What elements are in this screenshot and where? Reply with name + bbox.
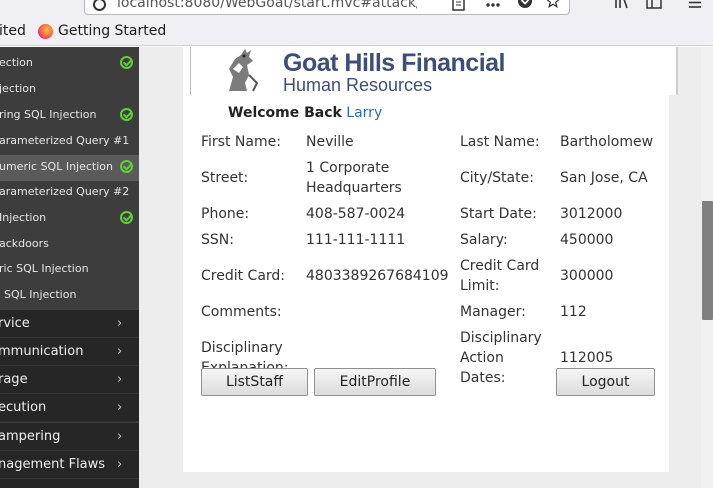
check-icon <box>120 160 133 173</box>
first-name-label: First Name: <box>201 134 281 150</box>
more-actions-icon[interactable] <box>485 0 501 11</box>
bookmark-partial[interactable]: ited <box>0 23 26 39</box>
sidebar-category[interactable]: rage › <box>0 366 139 394</box>
sidebar-category[interactable]: ecution › <box>0 394 139 422</box>
bookmarks-bar: ited Getting Started <box>0 18 713 46</box>
start-date-value: 3012000 <box>560 206 623 222</box>
app-banner: Goat Hills Financial Human Resources <box>190 47 678 95</box>
chevron-right-icon: › <box>117 429 123 444</box>
sidebar-lesson-active[interactable]: umeric SQL Injection <box>0 155 139 181</box>
edit-profile-button[interactable]: EditProfile <box>314 368 436 396</box>
bookmark-getting-started[interactable]: Getting Started <box>58 23 166 39</box>
sidebar-category[interactable]: ampering › <box>0 423 139 451</box>
sidebar-category[interactable]: rvice › <box>0 310 139 338</box>
sidebar-lesson[interactable]: SQL Injection <box>0 283 139 309</box>
disciplinary-dates-label-line1: Disciplinary <box>460 330 542 346</box>
last-name-value: Bartholomew <box>560 134 654 150</box>
logout-button[interactable]: Logout <box>556 368 655 396</box>
disciplinary-dates-label-line2: Action <box>460 350 504 366</box>
library-icon[interactable] <box>614 0 630 10</box>
street-value-line1: 1 Corporate <box>306 160 390 176</box>
url-text[interactable]: localhost:8080/WebGoat/start.mvc#attack/ <box>117 0 417 11</box>
info-icon[interactable] <box>93 0 106 11</box>
check-icon <box>120 211 133 224</box>
bookmark-star-icon[interactable] <box>545 0 561 8</box>
welcome-prefix: Welcome Back <box>228 105 342 121</box>
start-date-label: Start Date: <box>460 206 537 222</box>
ssn-label: SSN: <box>201 232 234 248</box>
disciplinary-explanation-label-line1: Disciplinary <box>201 340 283 356</box>
brand-subtitle: Human Resources <box>283 75 433 95</box>
sidebar-lesson[interactable]: arameterized Query #2 <box>0 180 139 206</box>
check-icon <box>120 56 133 69</box>
lesson-sidebar: ection jection ring SQL Injection aramet… <box>0 47 139 488</box>
brand-title: Goat Hills Financial <box>283 49 506 77</box>
chevron-right-icon: › <box>117 457 123 472</box>
welcome-message: Welcome Back Larry <box>228 105 382 121</box>
chevron-right-icon: › <box>117 372 123 387</box>
sidebar-lesson[interactable]: arameterized Query #1 <box>0 129 139 155</box>
credit-limit-label-line2: Limit: <box>460 278 500 294</box>
sidebar-lesson[interactable]: Injection <box>0 206 139 232</box>
url-bar[interactable]: localhost:8080/WebGoat/start.mvc#attack/ <box>84 0 570 15</box>
sidebar-lesson[interactable]: ring SQL Injection <box>0 103 139 129</box>
sidebar-category[interactable]: mmunication › <box>0 338 139 366</box>
last-name-label: Last Name: <box>460 134 540 150</box>
sidebar-lesson[interactable]: ackdoors <box>0 232 139 258</box>
salary-value: 450000 <box>560 232 614 248</box>
credit-limit-label-line1: Credit Card <box>460 258 540 274</box>
check-icon <box>120 108 133 121</box>
manager-value: 112 <box>560 304 587 320</box>
sidebar-lesson[interactable]: jection <box>0 77 139 103</box>
chevron-right-icon: › <box>117 344 123 359</box>
salary-label: Salary: <box>460 232 508 248</box>
scrollbar-thumb[interactable] <box>702 201 713 320</box>
page-scrollbar[interactable] <box>701 47 713 488</box>
phone-value: 408-587-0024 <box>306 206 406 222</box>
browser-toolbar: localhost:8080/WebGoat/start.mvc#attack/ <box>0 0 713 18</box>
list-staff-button[interactable]: ListStaff <box>201 368 308 396</box>
sidebar-lesson[interactable]: ection <box>0 51 139 77</box>
chevron-right-icon: › <box>117 400 123 415</box>
chevron-right-icon: › <box>117 316 123 331</box>
menu-icon[interactable] <box>687 0 703 10</box>
credit-card-value: 4803389267684109 <box>306 268 449 284</box>
city-value: San Jose, CA <box>560 170 648 186</box>
pocket-icon[interactable] <box>517 0 533 8</box>
firefox-icon <box>38 24 53 39</box>
reader-view-icon[interactable] <box>451 0 467 11</box>
goat-logo-icon <box>229 49 259 92</box>
city-label: City/State: <box>460 170 534 186</box>
sidebar-toggle-icon[interactable] <box>646 0 662 10</box>
credit-limit-value: 300000 <box>560 268 614 284</box>
manager-label: Manager: <box>460 304 526 320</box>
sidebar-category[interactable]: › <box>0 479 139 488</box>
disciplinary-dates-label-line3: Dates: <box>460 370 506 386</box>
phone-label: Phone: <box>201 206 250 222</box>
street-value-line2: Headquarters <box>306 180 402 196</box>
user-name: Larry <box>346 105 383 121</box>
first-name-value: Neville <box>306 134 354 150</box>
sidebar-lesson[interactable]: ric SQL Injection <box>0 257 139 283</box>
sidebar-category[interactable]: nagement Flaws › <box>0 451 139 479</box>
comments-label: Comments: <box>201 304 282 320</box>
street-label: Street: <box>201 170 249 186</box>
disciplinary-dates-value: 112005 <box>560 350 614 366</box>
ssn-value: 111-111-1111 <box>306 232 406 248</box>
credit-card-label: Credit Card: <box>201 268 286 284</box>
